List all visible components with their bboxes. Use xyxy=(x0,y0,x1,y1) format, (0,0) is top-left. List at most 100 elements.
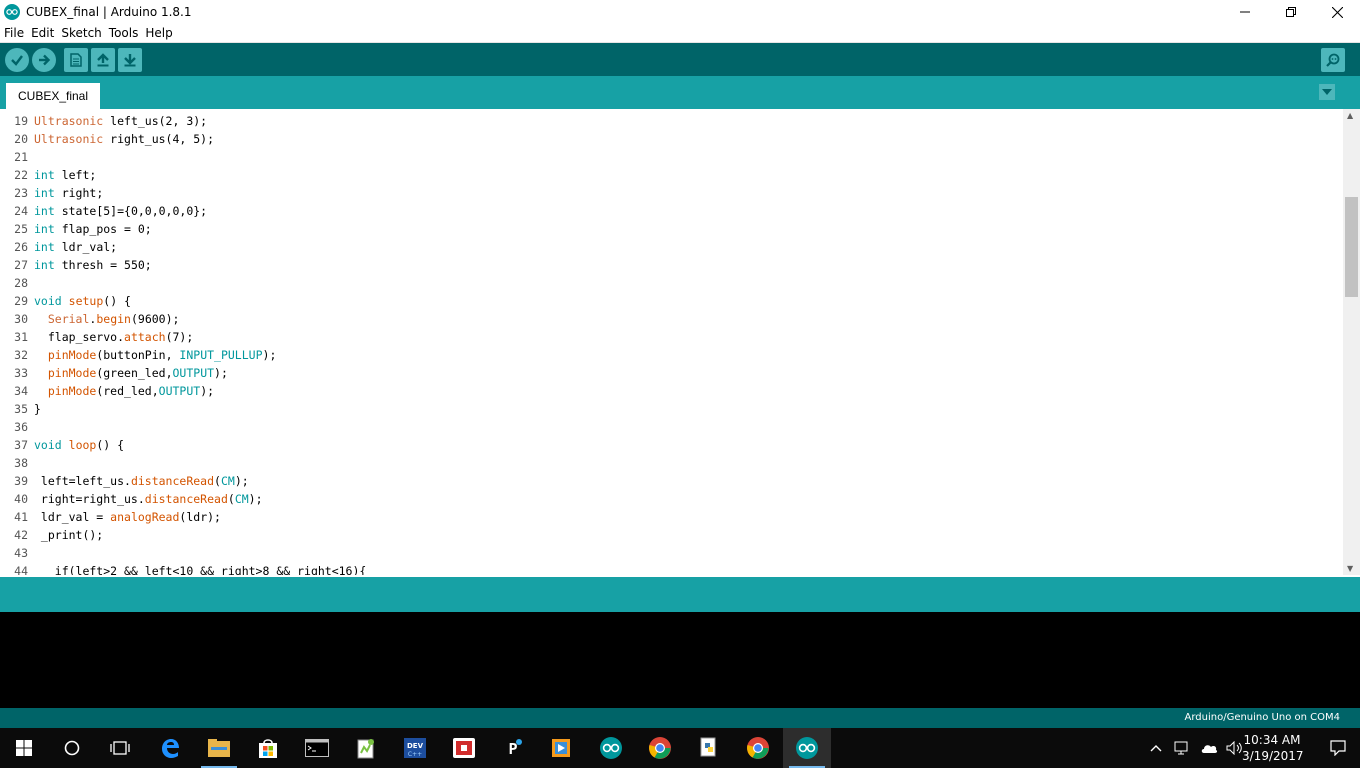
code-line[interactable]: 29 void setup() { xyxy=(0,292,1340,310)
close-button[interactable] xyxy=(1314,0,1360,24)
code-line[interactable]: 26 int ldr_val; xyxy=(0,238,1340,256)
code-line[interactable]: 27 int thresh = 550; xyxy=(0,256,1340,274)
code-line[interactable]: 24 int state[5]={0,0,0,0,0}; xyxy=(0,202,1340,220)
line-number: 28 xyxy=(14,276,28,290)
tab-cubex-final[interactable]: CUBEX_final xyxy=(6,83,100,109)
code-line[interactable]: 30 Serial.begin(9600); xyxy=(0,310,1340,328)
line-code: int state[5]={0,0,0,0,0}; xyxy=(34,204,208,218)
line-code: Ultrasonic right_us(4, 5); xyxy=(34,132,215,146)
code-line[interactable]: 23 int right; xyxy=(0,184,1340,202)
windows-taskbar: DEV C++ P 10:34 AM 3/19/2017 xyxy=(0,728,1360,768)
code-line[interactable]: 28 xyxy=(0,274,1340,292)
line-number: 35 xyxy=(14,402,28,416)
arduino-app[interactable] xyxy=(587,728,635,768)
line-code: } xyxy=(34,402,41,416)
chevron-down-icon xyxy=(1322,89,1332,95)
code-line[interactable]: 19 Ultrasonic left_us(2, 3); xyxy=(0,112,1340,130)
code-line[interactable]: 32 pinMode(buttonPin, INPUT_PULLUP); xyxy=(0,346,1340,364)
scroll-up-icon[interactable]: ▲ xyxy=(1347,111,1353,120)
maximize-button[interactable] xyxy=(1268,0,1314,24)
pycharm-app[interactable]: P xyxy=(489,728,537,768)
code-line[interactable]: 33 pinMode(green_led,OUTPUT); xyxy=(0,364,1340,382)
notepad-plus-icon xyxy=(357,739,374,759)
start-button[interactable] xyxy=(0,728,48,768)
task-view-button[interactable] xyxy=(96,728,144,768)
save-button[interactable] xyxy=(118,48,142,72)
menu-file[interactable]: File xyxy=(4,26,29,40)
notification-icon xyxy=(1330,740,1346,757)
scroll-down-icon[interactable]: ▼ xyxy=(1347,564,1353,573)
notepad-plus-app[interactable] xyxy=(342,728,390,768)
file-explorer-icon xyxy=(208,739,230,757)
code-editor[interactable]: 19 Ultrasonic left_us(2, 3); 20 Ultrasonic … xyxy=(0,109,1360,575)
code-line[interactable]: 22 int left; xyxy=(0,166,1340,184)
code-line[interactable]: 20 Ultrasonic right_us(4, 5); xyxy=(0,130,1340,148)
media-player-app[interactable] xyxy=(537,728,585,768)
code-line[interactable]: 43 xyxy=(0,544,1340,562)
app-red[interactable] xyxy=(440,728,488,768)
edge-icon xyxy=(162,739,179,758)
code-line[interactable]: 31 flap_servo.attach(7); xyxy=(0,328,1340,346)
menu-sketch[interactable]: Sketch xyxy=(61,26,106,40)
window-title: CUBEX_final | Arduino 1.8.1 xyxy=(26,5,192,19)
code-line[interactable]: 42 _print(); xyxy=(0,526,1340,544)
system-tray xyxy=(1150,728,1244,768)
chrome-app[interactable] xyxy=(636,728,684,768)
python-app[interactable] xyxy=(685,728,733,768)
start-icon xyxy=(16,740,32,756)
line-code: int right; xyxy=(34,186,104,200)
code-line[interactable]: 36 xyxy=(0,418,1340,436)
tab-menu-button[interactable] xyxy=(1319,84,1335,100)
devcpp-app[interactable]: DEV C++ xyxy=(391,728,439,768)
code-line[interactable]: 44 if(left>2 && left<10 && right>8 && ri… xyxy=(0,562,1340,575)
line-number: 40 xyxy=(14,492,28,506)
upload-button[interactable] xyxy=(32,48,56,72)
edge-app[interactable] xyxy=(146,728,194,768)
line-number: 27 xyxy=(14,258,28,272)
taskbar-clock[interactable]: 10:34 AM 3/19/2017 xyxy=(1242,732,1304,764)
action-center-button[interactable] xyxy=(1330,740,1346,759)
editor-scrollbar[interactable]: ▲ ▼ xyxy=(1343,109,1360,575)
cortana-button[interactable] xyxy=(48,728,96,768)
code-line[interactable]: 37 void loop() { xyxy=(0,436,1340,454)
serial-monitor-button[interactable] xyxy=(1321,48,1345,72)
new-button[interactable] xyxy=(64,48,88,72)
menu-tools[interactable]: Tools xyxy=(109,26,144,40)
title-bar: CUBEX_final | Arduino 1.8.1 xyxy=(0,0,1360,24)
cmd-app[interactable] xyxy=(293,728,341,768)
line-code: _print(); xyxy=(34,528,104,542)
tab-bar: CUBEX_final xyxy=(0,76,1360,109)
line-number: 32 xyxy=(14,348,28,362)
onedrive-icon[interactable] xyxy=(1200,742,1218,754)
board-info: Arduino/Genuino Uno on COM4 xyxy=(1184,712,1341,723)
chevron-up-icon[interactable] xyxy=(1150,744,1162,752)
store-app[interactable] xyxy=(244,728,292,768)
code-line[interactable]: 35} xyxy=(0,400,1340,418)
code-line[interactable]: 21 xyxy=(0,148,1340,166)
code-line[interactable]: 41 ldr_val = analogRead(ldr); xyxy=(0,508,1340,526)
scrollbar-thumb[interactable] xyxy=(1345,197,1358,297)
chrome-app-2[interactable] xyxy=(734,728,782,768)
message-area xyxy=(0,577,1360,612)
file-explorer-app[interactable] xyxy=(195,728,243,768)
network-icon[interactable] xyxy=(1174,741,1192,755)
menu-edit[interactable]: Edit xyxy=(31,26,59,40)
upload-icon xyxy=(39,54,51,66)
line-code: pinMode(green_led,OUTPUT); xyxy=(47,366,228,380)
task-view-icon xyxy=(110,741,130,755)
code-line[interactable]: 25 int flap_pos = 0; xyxy=(0,220,1340,238)
menu-help[interactable]: Help xyxy=(145,26,177,40)
code-line[interactable]: 38 xyxy=(0,454,1340,472)
console-output xyxy=(0,612,1360,708)
menu-bar: File Edit Sketch Tools Help xyxy=(0,24,1360,43)
minimize-button[interactable] xyxy=(1222,0,1268,24)
clock-time: 10:34 AM xyxy=(1243,733,1301,747)
code-line[interactable]: 39 left=left_us.distanceRead(CM); xyxy=(0,472,1340,490)
line-code: int ldr_val; xyxy=(34,240,118,254)
chrome-icon xyxy=(649,737,671,759)
arduino-active-app[interactable] xyxy=(783,728,831,768)
code-line[interactable]: 40 right=right_us.distanceRead(CM); xyxy=(0,490,1340,508)
code-line[interactable]: 34 pinMode(red_led,OUTPUT); xyxy=(0,382,1340,400)
verify-button[interactable] xyxy=(5,48,29,72)
open-button[interactable] xyxy=(91,48,115,72)
